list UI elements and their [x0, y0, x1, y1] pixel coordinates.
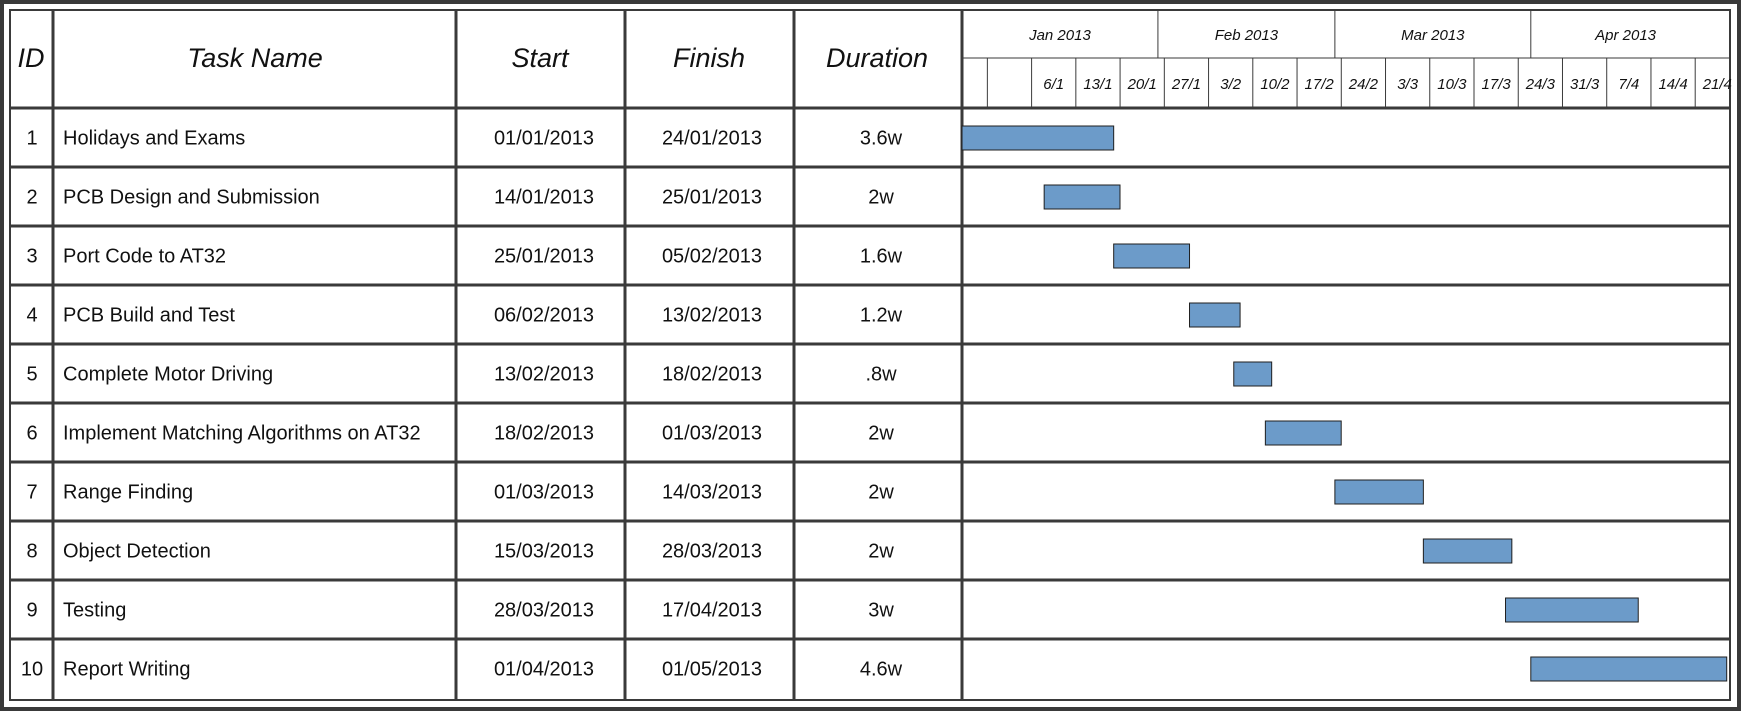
- gantt-chart: ID Task Name Start Finish Duration Jan 2…: [0, 0, 1741, 711]
- week-label: 24/3: [1525, 76, 1556, 93]
- row-task-name: Holidays and Exams: [63, 128, 245, 150]
- row-task-name: Report Writing: [63, 659, 190, 681]
- row-finish: 25/01/2013: [662, 187, 762, 209]
- row-start: 01/03/2013: [494, 482, 594, 504]
- week-label: 7/4: [1618, 76, 1639, 93]
- row-finish: 13/02/2013: [662, 305, 762, 327]
- row-id: 9: [26, 600, 37, 622]
- row-duration: .8w: [865, 364, 897, 386]
- week-label: 3/3: [1397, 76, 1419, 93]
- row-task-name: Range Finding: [63, 482, 193, 504]
- row-task-name: Testing: [63, 600, 126, 622]
- week-label: 14/4: [1658, 76, 1687, 93]
- row-start: 01/01/2013: [494, 128, 594, 150]
- row-task-name: PCB Design and Submission: [63, 187, 320, 209]
- row-start: 25/01/2013: [494, 246, 594, 268]
- row-duration: 2w: [868, 482, 894, 504]
- week-label: 17/2: [1305, 76, 1335, 93]
- row-finish: 18/02/2013: [662, 364, 762, 386]
- week-label: 10/2: [1260, 76, 1290, 93]
- row-duration: 4.6w: [860, 659, 903, 681]
- row-duration: 1.2w: [860, 305, 903, 327]
- row-duration: 2w: [868, 187, 894, 209]
- row-task-name: Complete Motor Driving: [63, 364, 273, 386]
- gantt-bar: [1233, 361, 1273, 387]
- row-duration: 2w: [868, 541, 894, 563]
- gantt-bar: [1505, 597, 1639, 623]
- week-label: 10/3: [1437, 76, 1467, 93]
- row-task-name: Implement Matching Algorithms on AT32: [63, 423, 421, 445]
- row-start: 13/02/2013: [494, 364, 594, 386]
- row-finish: 01/05/2013: [662, 659, 762, 681]
- row-task-name: Port Code to AT32: [63, 246, 226, 268]
- row-duration: 3w: [868, 600, 894, 622]
- row-duration: 1.6w: [860, 246, 903, 268]
- row-id: 6: [26, 423, 37, 445]
- finish-column-header: Finish: [673, 43, 745, 73]
- month-label: Jan 2013: [1028, 27, 1091, 44]
- row-id: 3: [26, 246, 37, 268]
- row-finish: 17/04/2013: [662, 600, 762, 622]
- row-finish: 14/03/2013: [662, 482, 762, 504]
- week-label: 17/3: [1482, 76, 1512, 93]
- row-task-name: PCB Build and Test: [63, 305, 235, 327]
- row-id: 8: [26, 541, 37, 563]
- row-id: 5: [26, 364, 37, 386]
- gantt-bar: [1113, 243, 1191, 269]
- week-label: 21/4: [1702, 76, 1732, 93]
- month-label: Feb 2013: [1215, 27, 1279, 44]
- row-start: 06/02/2013: [494, 305, 594, 327]
- row-finish: 28/03/2013: [662, 541, 762, 563]
- row-start: 14/01/2013: [494, 187, 594, 209]
- row-start: 18/02/2013: [494, 423, 594, 445]
- task-column-header: Task Name: [187, 43, 323, 73]
- row-start: 15/03/2013: [494, 541, 594, 563]
- gantt-bar: [1189, 302, 1241, 328]
- id-column-header: ID: [18, 43, 45, 73]
- week-label: 20/1: [1127, 76, 1157, 93]
- row-duration: 3.6w: [860, 128, 903, 150]
- week-label: 3/2: [1220, 76, 1242, 93]
- row-task-name: Object Detection: [63, 541, 211, 563]
- month-label: Mar 2013: [1401, 27, 1465, 44]
- row-id: 7: [26, 482, 37, 504]
- gantt-bar: [1422, 538, 1513, 564]
- gantt-bar: [1334, 479, 1424, 505]
- row-finish: 05/02/2013: [662, 246, 762, 268]
- week-label: 13/1: [1083, 76, 1112, 93]
- row-id: 10: [21, 659, 43, 681]
- duration-column-header: Duration: [826, 43, 928, 73]
- row-finish: 01/03/2013: [662, 423, 762, 445]
- row-start: 01/04/2013: [494, 659, 594, 681]
- row-id: 4: [26, 305, 37, 327]
- week-label: 27/1: [1171, 76, 1201, 93]
- gantt-bar: [961, 125, 1115, 151]
- gantt-bar: [1043, 184, 1121, 210]
- start-column-header: Start: [511, 43, 570, 73]
- week-label: 24/2: [1348, 76, 1379, 93]
- gantt-bar: [1264, 420, 1342, 446]
- gantt-bar: [1530, 656, 1728, 682]
- week-label: 31/3: [1570, 76, 1600, 93]
- row-id: 2: [26, 187, 37, 209]
- row-start: 28/03/2013: [494, 600, 594, 622]
- row-finish: 24/01/2013: [662, 128, 762, 150]
- month-label: Apr 2013: [1594, 27, 1657, 44]
- row-duration: 2w: [868, 423, 894, 445]
- week-label: 6/1: [1043, 76, 1064, 93]
- row-id: 1: [26, 128, 37, 150]
